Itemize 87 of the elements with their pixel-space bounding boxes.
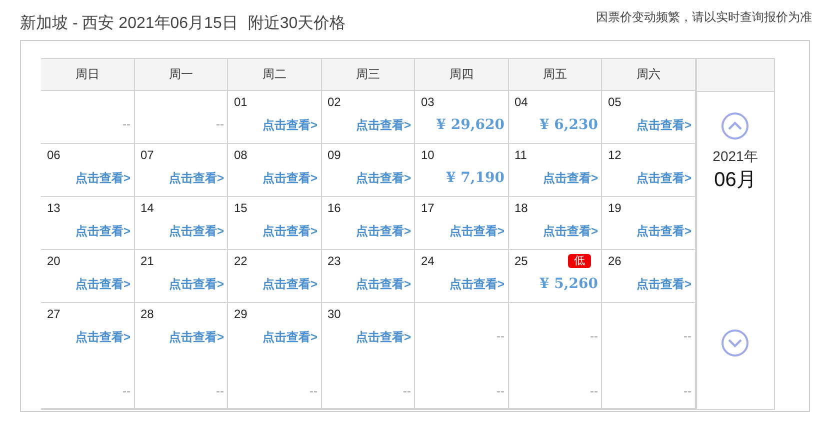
empty-price: -- [122, 117, 130, 131]
day-number: 22 [234, 254, 248, 270]
view-link[interactable]: 点击查看> [636, 223, 692, 240]
day-number: 15 [234, 201, 248, 217]
empty-price: -- [216, 117, 224, 131]
weekday-header: 周日 [41, 59, 134, 91]
day-number: 08 [234, 148, 248, 164]
day-number: 02 [328, 95, 341, 111]
view-link[interactable]: 点击查看> [75, 329, 130, 346]
day-number: 06 [47, 148, 60, 164]
view-link[interactable]: 点击查看> [542, 223, 598, 240]
empty-price: -- [496, 329, 504, 343]
view-link[interactable]: 点击查看> [168, 170, 224, 187]
day-number: 28 [140, 307, 154, 323]
day-number: 18 [514, 201, 528, 217]
view-link[interactable]: 点击查看> [262, 117, 318, 134]
weekday-header: 周五 [508, 59, 602, 91]
view-link[interactable]: 点击查看> [449, 223, 504, 240]
day-number: 11 [514, 148, 527, 164]
day-number: 13 [47, 201, 60, 217]
day-number: 19 [608, 201, 622, 217]
day-number: 27 [47, 307, 60, 323]
calendar-year: 2021年 [712, 148, 758, 166]
empty-price: -- [496, 384, 504, 398]
previous-month-button[interactable] [721, 112, 750, 140]
weekday-header: 周一 [134, 59, 228, 91]
day-number: 07 [140, 148, 154, 164]
day-number: 16 [328, 201, 341, 217]
day-number: 04 [514, 95, 528, 111]
lowest-badge: 低 [568, 254, 591, 268]
view-link[interactable]: 点击查看> [168, 223, 224, 240]
weekday-header: 周二 [228, 59, 322, 91]
day-number: 21 [140, 254, 154, 270]
empty-price: -- [590, 329, 598, 343]
view-link[interactable]: 点击查看> [356, 117, 411, 134]
next-month-button[interactable] [721, 329, 750, 357]
day-number: 29 [234, 307, 248, 323]
empty-price: -- [590, 384, 598, 398]
page-subtitle: 附近30天价格 [248, 14, 346, 34]
empty-price: -- [122, 384, 130, 398]
day-number: 14 [140, 201, 154, 217]
view-link[interactable]: 点击查看> [449, 276, 504, 293]
view-link[interactable]: 点击查看> [168, 276, 224, 293]
day-number: 03 [421, 95, 434, 111]
view-link[interactable]: 点击查看> [262, 329, 318, 346]
view-link[interactable]: 点击查看> [168, 329, 224, 346]
view-link[interactable]: 点击查看> [75, 276, 130, 293]
view-link[interactable]: 点击查看> [75, 223, 130, 240]
empty-price: -- [310, 384, 318, 398]
day-number: 30 [328, 307, 341, 323]
price-label[interactable]: ¥ 6,230 [540, 117, 598, 133]
view-link[interactable]: 点击查看> [356, 276, 411, 293]
empty-price: -- [684, 384, 692, 398]
day-number: 26 [608, 254, 622, 270]
page-title: 新加坡 - 西安 2021年06月15日 [20, 14, 238, 34]
empty-price: -- [403, 384, 411, 398]
weekday-header: 周四 [415, 59, 508, 91]
view-link[interactable]: 点击查看> [75, 170, 130, 187]
price-label[interactable]: ¥ 5,260 [540, 276, 598, 292]
empty-price: -- [684, 329, 692, 343]
price-note: 因票价变动频繁，请以实时查询报价为准 [596, 9, 812, 26]
weekday-header: 周三 [322, 59, 415, 91]
view-link[interactable]: 点击查看> [636, 117, 692, 134]
view-link[interactable]: 点击查看> [542, 170, 598, 187]
day-number: 25 [514, 254, 528, 270]
price-label[interactable]: ¥ 29,620 [436, 117, 504, 133]
day-number: 09 [328, 148, 341, 164]
view-link[interactable]: 点击查看> [356, 329, 411, 346]
view-link[interactable]: 点击查看> [636, 276, 692, 293]
calendar-month: 06月 [714, 168, 756, 193]
day-number: 24 [421, 254, 434, 270]
day-number: 12 [608, 148, 622, 164]
view-link[interactable]: 点击查看> [262, 276, 318, 293]
view-link[interactable]: 点击查看> [356, 223, 411, 240]
view-link[interactable]: 点击查看> [262, 170, 318, 187]
day-number: 17 [421, 201, 434, 217]
view-link[interactable]: 点击查看> [356, 170, 411, 187]
day-number: 23 [328, 254, 341, 270]
day-number: 20 [47, 254, 60, 270]
weekday-header: 周六 [602, 59, 696, 91]
view-link[interactable]: 点击查看> [636, 170, 692, 187]
empty-price: -- [216, 384, 224, 398]
day-number: 01 [234, 95, 248, 111]
day-number: 05 [608, 95, 622, 111]
price-label[interactable]: ¥ 7,190 [446, 170, 504, 186]
day-number: 10 [421, 148, 434, 164]
view-link[interactable]: 点击查看> [262, 223, 318, 240]
